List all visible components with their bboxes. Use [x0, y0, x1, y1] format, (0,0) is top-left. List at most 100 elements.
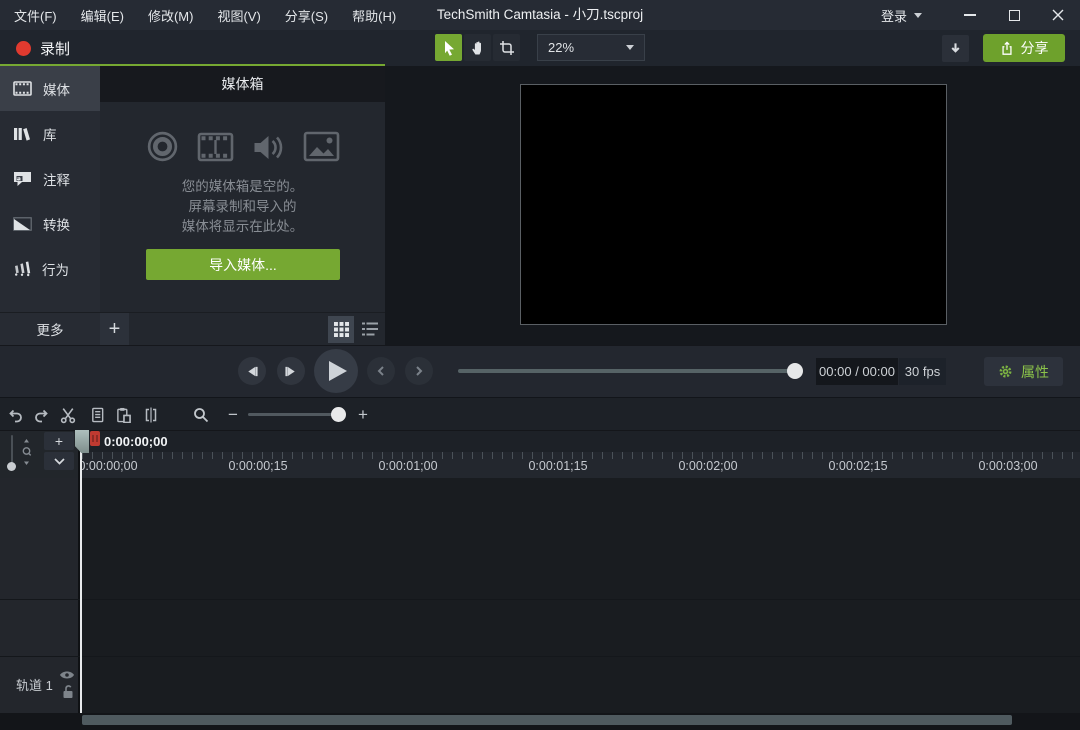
- panel-accent-line: [0, 64, 385, 66]
- close-button[interactable]: [1036, 0, 1080, 30]
- maximize-button[interactable]: [992, 0, 1036, 30]
- next-button[interactable]: [405, 357, 433, 385]
- playhead-time: 0:00:00;00: [104, 434, 168, 449]
- track-zoom-icon: [21, 439, 32, 465]
- media-bin-panel: 媒体箱 您的媒体箱是空的。 屏幕录制和导入的 媒体将显示在此处。 导入媒体...…: [100, 66, 385, 345]
- playhead-out-marker[interactable]: [90, 431, 100, 446]
- preview-canvas[interactable]: [520, 84, 947, 325]
- cut-icon: [59, 407, 77, 424]
- paste-button[interactable]: [112, 404, 134, 426]
- record-label: 录制: [40, 38, 70, 59]
- menu-view[interactable]: 视图(V): [217, 6, 260, 25]
- eye-icon[interactable]: [59, 670, 75, 680]
- fps-display: 30 fps: [899, 358, 946, 385]
- step-forward-button[interactable]: [277, 357, 305, 385]
- media-bin-footer: +: [100, 312, 385, 345]
- canvas-area: [385, 66, 1080, 345]
- horizontal-scrollbar[interactable]: [82, 715, 1012, 725]
- track1-label: 轨道 1: [16, 675, 53, 694]
- ruler-label: 0:00:01;00: [373, 459, 443, 473]
- redo-button[interactable]: [30, 404, 52, 426]
- redo-icon: [33, 407, 50, 423]
- menu-share[interactable]: 分享(S): [285, 6, 328, 25]
- record-circle-icon: [145, 129, 180, 164]
- maximize-icon: [1009, 10, 1020, 21]
- timeline-gutter: +: [0, 431, 78, 478]
- ruler-label: 0:00:03;00: [973, 459, 1043, 473]
- scrubber-track[interactable]: [458, 369, 798, 373]
- download-icon: [948, 41, 963, 56]
- track-row-divider: [0, 599, 1080, 600]
- sidebar-item-media[interactable]: 媒体: [0, 66, 100, 111]
- undo-button[interactable]: [4, 404, 26, 426]
- sidebar-item-library[interactable]: 库: [0, 111, 100, 156]
- menu-file[interactable]: 文件(F): [14, 6, 57, 25]
- split-button[interactable]: [140, 404, 162, 426]
- timeline-zoom-button[interactable]: [190, 404, 212, 426]
- timeline: + 0:00:00;00 0:00:00;00 0:00:00;15 0:00:…: [0, 430, 1080, 730]
- step-back-button[interactable]: [238, 357, 266, 385]
- track-height-handle[interactable]: [7, 462, 16, 471]
- copy-button[interactable]: [86, 404, 108, 426]
- track-row-divider: [0, 656, 1080, 657]
- grid-view-button[interactable]: [328, 316, 354, 343]
- download-button[interactable]: [942, 35, 969, 62]
- zoom-out-button[interactable]: −: [222, 404, 244, 426]
- crop-tool-button[interactable]: [493, 34, 520, 61]
- track-content-area[interactable]: [82, 478, 1080, 713]
- menu-help[interactable]: 帮助(H): [352, 6, 396, 25]
- scrubber-handle[interactable]: [787, 363, 803, 379]
- more-label: 更多: [37, 319, 64, 339]
- menu-edit[interactable]: 编辑(E): [81, 6, 124, 25]
- crop-icon: [499, 40, 515, 56]
- pan-tool-button[interactable]: [464, 34, 491, 61]
- playhead-strip[interactable]: [78, 431, 1080, 452]
- play-icon: [328, 360, 348, 382]
- record-button[interactable]: 录制: [10, 30, 76, 66]
- pointer-tool-button[interactable]: [435, 34, 462, 61]
- ruler-label: 0:00:01;15: [523, 459, 593, 473]
- properties-button[interactable]: 属性: [984, 357, 1063, 386]
- ruler-label: 0:00:00;00: [73, 459, 143, 473]
- add-track-button[interactable]: +: [44, 432, 74, 450]
- sidebar: 媒体 库 注释 转换 行为: [0, 66, 100, 312]
- share-button[interactable]: 分享: [983, 34, 1065, 62]
- login-button[interactable]: 登录: [881, 6, 922, 25]
- zoom-in-button[interactable]: +: [352, 404, 374, 426]
- menu-modify[interactable]: 修改(M): [148, 6, 194, 25]
- chevron-left-icon: [375, 365, 387, 377]
- library-icon: [13, 126, 32, 142]
- magnifier-icon: [193, 407, 209, 423]
- list-view-button[interactable]: [357, 316, 383, 343]
- hand-icon: [470, 40, 486, 56]
- sidebar-more-button[interactable]: 更多: [0, 312, 100, 345]
- media-bin-empty-message: 您的媒体箱是空的。 屏幕录制和导入的 媒体将显示在此处。: [100, 177, 385, 237]
- properties-label: 属性: [1021, 362, 1049, 382]
- chevron-down-icon: [626, 45, 634, 50]
- media-bin-title: 媒体箱: [100, 66, 385, 102]
- gear-icon: [998, 364, 1013, 379]
- timeline-zoom-handle[interactable]: [331, 407, 346, 422]
- cut-button[interactable]: [57, 404, 79, 426]
- chevron-right-icon: [413, 365, 425, 377]
- sidebar-item-label: 媒体: [43, 79, 70, 99]
- transitions-icon: [13, 217, 32, 231]
- minimize-button[interactable]: [948, 0, 992, 30]
- timeline-toolbar: − +: [0, 397, 1080, 430]
- close-icon: [1052, 9, 1064, 21]
- record-dot-icon: [16, 41, 31, 56]
- lock-open-icon[interactable]: [62, 685, 74, 699]
- sidebar-item-behaviors[interactable]: 行为: [0, 246, 100, 291]
- collapse-tracks-button[interactable]: [44, 452, 74, 470]
- timeline-ruler[interactable]: 0:00:00;00 0:00:00;15 0:00:01;00 0:00:01…: [78, 452, 1080, 478]
- add-media-button[interactable]: +: [100, 313, 129, 345]
- menu-bar: 文件(F) 编辑(E) 修改(M) 视图(V) 分享(S) 帮助(H) Tech…: [0, 0, 1080, 30]
- canvas-zoom-select[interactable]: 22%: [537, 34, 645, 61]
- import-media-button[interactable]: 导入媒体...: [146, 249, 340, 280]
- play-button[interactable]: [314, 349, 358, 393]
- sidebar-item-annotations[interactable]: 注释: [0, 156, 100, 201]
- camtasia-window: 文件(F) 编辑(E) 修改(M) 视图(V) 分享(S) 帮助(H) Tech…: [0, 0, 1080, 730]
- minimize-icon: [964, 14, 976, 16]
- previous-button[interactable]: [367, 357, 395, 385]
- sidebar-item-transitions[interactable]: 转换: [0, 201, 100, 246]
